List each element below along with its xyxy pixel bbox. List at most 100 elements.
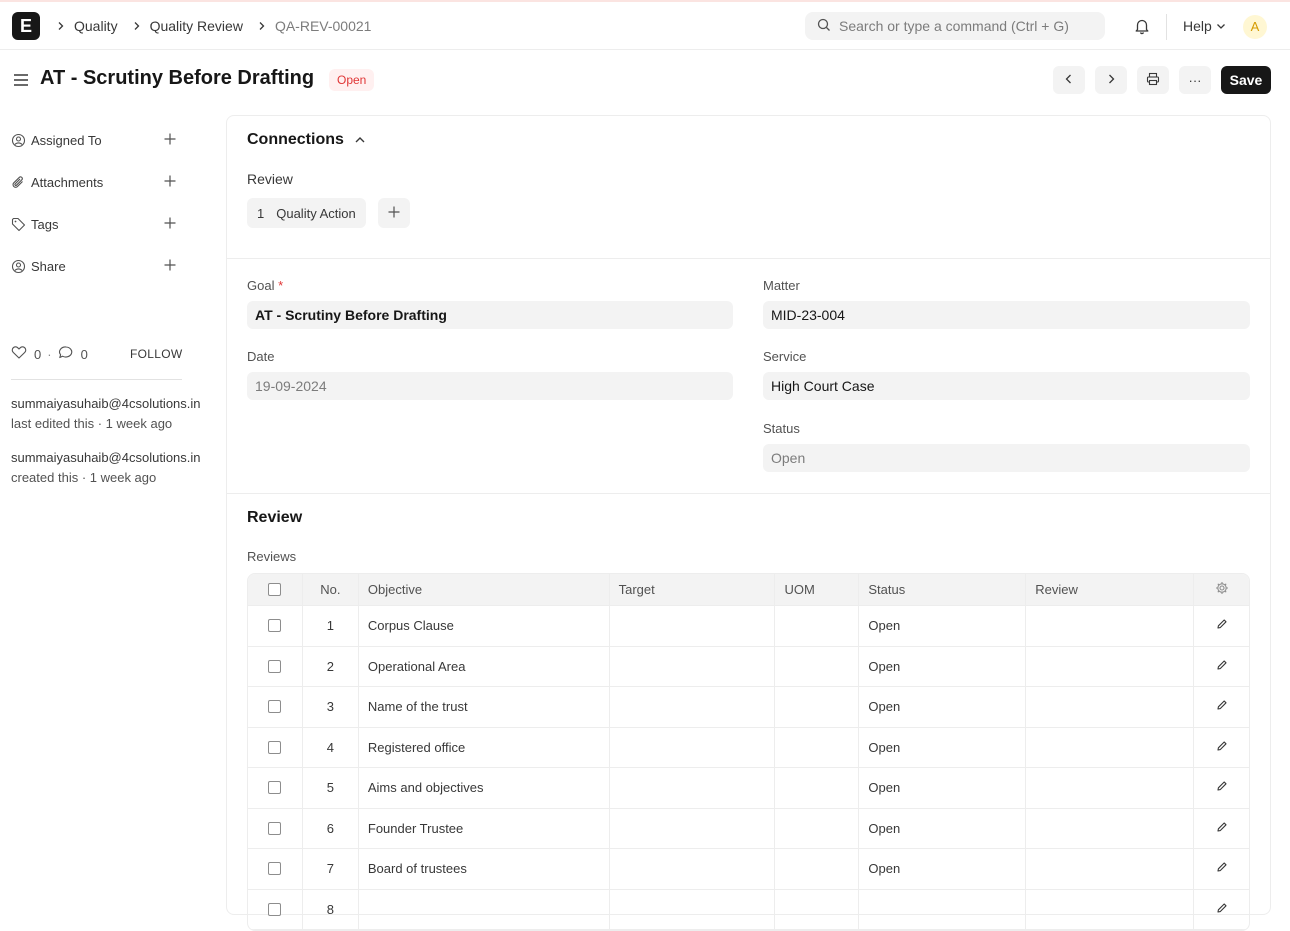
pencil-edit-icon[interactable]: [1216, 902, 1228, 917]
plus-icon[interactable]: [163, 258, 177, 275]
comment-icon[interactable]: [58, 345, 74, 363]
select-all-checkbox[interactable]: [268, 583, 282, 596]
row-checkbox[interactable]: [268, 659, 282, 673]
gear-icon[interactable]: [1215, 581, 1229, 598]
matter-field[interactable]: MID-23-004: [763, 301, 1250, 329]
row-checkbox[interactable]: [268, 902, 282, 916]
sidebar-item-tags[interactable]: Tags: [11, 213, 177, 235]
follow-button[interactable]: FOLLOW: [130, 347, 182, 361]
pencil-edit-icon[interactable]: [1216, 861, 1228, 876]
activity-user[interactable]: summaiyasuhaib@4csolutions.in: [11, 394, 201, 414]
review-cell[interactable]: [1026, 768, 1195, 808]
target-cell[interactable]: [610, 849, 776, 889]
table-row[interactable]: 3 Name of the trust Open: [248, 687, 1249, 728]
table-row[interactable]: 6 Founder Trustee Open: [248, 808, 1249, 849]
review-cell[interactable]: [1026, 687, 1195, 727]
uom-cell[interactable]: [775, 727, 860, 767]
status-cell[interactable]: Open: [859, 646, 1027, 686]
add-quality-action-button[interactable]: [378, 198, 410, 228]
row-checkbox[interactable]: [268, 619, 282, 633]
objective-cell[interactable]: [359, 889, 610, 929]
sidebar-item-assigned-to[interactable]: Assigned To: [11, 129, 177, 151]
pencil-edit-icon[interactable]: [1216, 618, 1228, 633]
uom-cell[interactable]: [775, 889, 860, 929]
quality-action-link[interactable]: 1 Quality Action: [247, 198, 366, 228]
target-cell[interactable]: [610, 889, 776, 929]
objective-cell[interactable]: Name of the trust: [359, 687, 610, 727]
plus-icon[interactable]: [163, 216, 177, 233]
objective-cell[interactable]: Aims and objectives: [359, 768, 610, 808]
table-row[interactable]: 7 Board of trustees Open: [248, 849, 1249, 890]
table-row[interactable]: 5 Aims and objectives Open: [248, 768, 1249, 809]
review-cell[interactable]: [1026, 849, 1195, 889]
pencil-edit-icon[interactable]: [1216, 740, 1228, 755]
target-cell[interactable]: [610, 727, 776, 767]
target-cell[interactable]: [610, 808, 776, 848]
save-button[interactable]: Save: [1221, 66, 1271, 94]
row-checkbox[interactable]: [268, 700, 282, 714]
uom-cell[interactable]: [775, 646, 860, 686]
more-actions-button[interactable]: ···: [1179, 66, 1211, 94]
objective-cell[interactable]: Registered office: [359, 727, 610, 767]
table-row[interactable]: 2 Operational Area Open: [248, 646, 1249, 687]
date-field[interactable]: 19-09-2024: [247, 372, 733, 400]
breadcrumb-current[interactable]: QA-REV-00021: [275, 18, 372, 34]
sidebar-item-attachments[interactable]: Attachments: [11, 171, 177, 193]
sidebar-item-share[interactable]: Share: [11, 255, 177, 277]
target-cell[interactable]: [610, 646, 776, 686]
review-cell[interactable]: [1026, 606, 1195, 646]
status-cell[interactable]: [859, 889, 1027, 929]
target-cell[interactable]: [610, 768, 776, 808]
row-checkbox[interactable]: [268, 781, 282, 795]
help-dropdown[interactable]: Help: [1183, 18, 1226, 34]
app-logo[interactable]: E: [12, 12, 40, 40]
plus-icon[interactable]: [163, 132, 177, 149]
objective-cell[interactable]: Board of trustees: [359, 849, 610, 889]
next-doc-button[interactable]: [1095, 66, 1127, 94]
goal-field[interactable]: AT - Scrutiny Before Drafting: [247, 301, 733, 329]
search-input[interactable]: [839, 18, 1089, 34]
status-cell[interactable]: Open: [859, 808, 1027, 848]
breadcrumb-quality[interactable]: Quality: [74, 18, 118, 34]
row-checkbox[interactable]: [268, 862, 282, 876]
target-cell[interactable]: [610, 606, 776, 646]
status-cell[interactable]: Open: [859, 849, 1027, 889]
uom-cell[interactable]: [775, 768, 860, 808]
user-avatar[interactable]: A: [1243, 15, 1267, 39]
review-cell[interactable]: [1026, 889, 1195, 929]
table-row[interactable]: 4 Registered office Open: [248, 727, 1249, 768]
status-cell[interactable]: Open: [859, 606, 1027, 646]
table-row[interactable]: 1 Corpus Clause Open: [248, 606, 1249, 647]
review-cell[interactable]: [1026, 727, 1195, 767]
activity-user[interactable]: summaiyasuhaib@4csolutions.in: [11, 448, 201, 468]
breadcrumb-quality-review[interactable]: Quality Review: [150, 18, 243, 34]
pencil-edit-icon[interactable]: [1216, 699, 1228, 714]
review-cell[interactable]: [1026, 808, 1195, 848]
pencil-edit-icon[interactable]: [1216, 821, 1228, 836]
uom-cell[interactable]: [775, 849, 860, 889]
heart-icon[interactable]: [11, 345, 27, 363]
objective-cell[interactable]: Operational Area: [359, 646, 610, 686]
review-cell[interactable]: [1026, 646, 1195, 686]
objective-cell[interactable]: Founder Trustee: [359, 808, 610, 848]
plus-icon[interactable]: [163, 174, 177, 191]
pencil-edit-icon[interactable]: [1216, 659, 1228, 674]
connections-header[interactable]: Connections: [247, 131, 366, 149]
search-bar[interactable]: [805, 12, 1105, 40]
notification-bell-icon[interactable]: [1133, 17, 1151, 38]
uom-cell[interactable]: [775, 606, 860, 646]
table-row[interactable]: 8: [248, 889, 1249, 930]
previous-doc-button[interactable]: [1053, 66, 1085, 94]
status-field[interactable]: Open: [763, 444, 1250, 472]
sidebar-toggle-icon[interactable]: [12, 71, 30, 92]
status-cell[interactable]: Open: [859, 727, 1027, 767]
uom-cell[interactable]: [775, 808, 860, 848]
uom-cell[interactable]: [775, 687, 860, 727]
objective-cell[interactable]: Corpus Clause: [359, 606, 610, 646]
service-field[interactable]: High Court Case: [763, 372, 1250, 400]
status-cell[interactable]: Open: [859, 687, 1027, 727]
print-button[interactable]: [1137, 66, 1169, 94]
pencil-edit-icon[interactable]: [1216, 780, 1228, 795]
status-cell[interactable]: Open: [859, 768, 1027, 808]
row-checkbox[interactable]: [268, 740, 282, 754]
